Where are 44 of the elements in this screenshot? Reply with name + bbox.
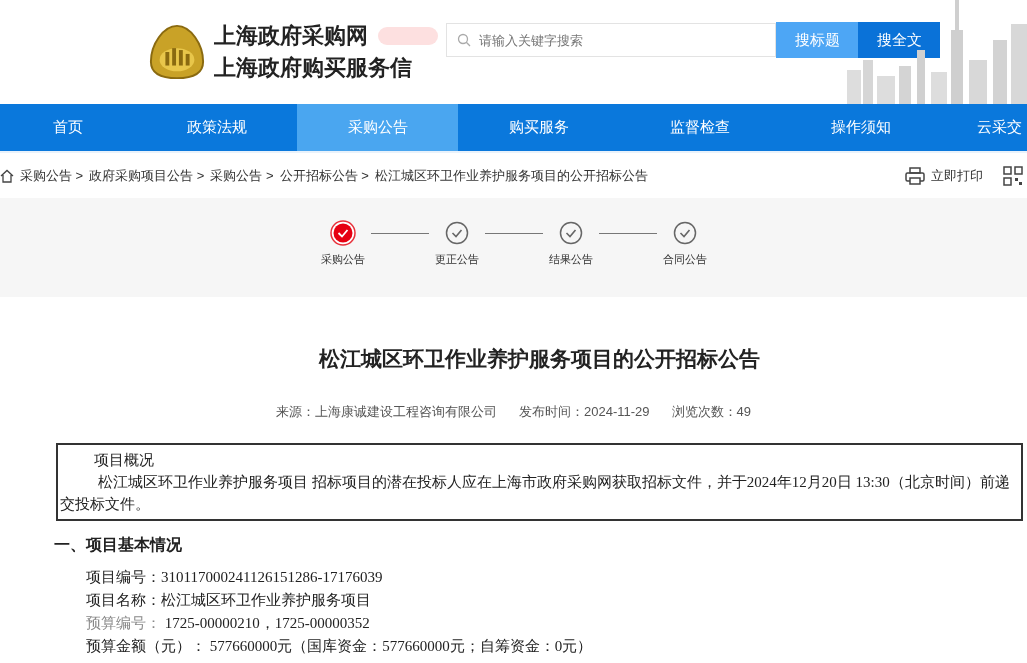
nav-tab[interactable]: 首页 xyxy=(0,104,136,151)
nav-tab[interactable]: 采购公告 xyxy=(297,104,458,151)
print-link[interactable]: 立即打印 xyxy=(931,166,983,185)
search-field[interactable]: 请输入关键字搜索 xyxy=(446,23,776,57)
field-label: 项目名称： xyxy=(86,592,161,608)
breadcrumb-link[interactable]: 采购公告 > xyxy=(210,166,274,185)
nav-tab[interactable]: 监督检查 xyxy=(619,104,780,151)
step-label: 采购公告 xyxy=(320,252,365,267)
field-value: 310117000241126151286-17176039 xyxy=(161,569,383,585)
field-label: 项目编号： xyxy=(86,569,161,585)
overview-heading: 项目概况 xyxy=(93,451,155,470)
breadcrumb-link[interactable]: 采购公告 > xyxy=(20,166,84,185)
tag-badge xyxy=(378,27,438,45)
article-title: 松江城区环卫作业养护服务项目的公开招标公告 xyxy=(317,346,761,372)
breadcrumb-link[interactable]: 公开招标公告 > xyxy=(279,166,369,185)
qr-code-icon[interactable] xyxy=(1003,165,1023,186)
search-button[interactable]: 搜全文 xyxy=(858,22,940,58)
field-label: 预算编号： xyxy=(86,615,161,631)
section-heading: 一、项目基本情况 xyxy=(54,535,183,555)
site-subtitle: 上海政府购买服务信 xyxy=(214,54,413,82)
step-label: 结果公告 xyxy=(548,252,593,267)
breadcrumb-link[interactable]: 政府采购项目公告 > xyxy=(89,166,205,185)
nav-tab[interactable]: 政策法规 xyxy=(136,104,297,151)
nav-tab[interactable]: 操作须知 xyxy=(780,104,941,151)
field-value: 松江城区环卫作业养护服务项目 xyxy=(161,592,371,608)
search-input[interactable]: 请输入关键字搜索 xyxy=(477,31,765,49)
search-icon xyxy=(457,33,471,47)
printer-icon xyxy=(905,166,925,185)
field-value: 1725-00000210，1725-00000352 xyxy=(163,615,370,631)
meta-text: 来源：上海康诚建设工程咨询有限公司 xyxy=(276,403,497,421)
overview-text: 松江城区环卫作业养护服务项目 招标项目的潜在投标人应在上海市政府采购网获取招标文件，并于2024年12月20日 13:30（北京时间）前递交投标文件。 xyxy=(60,473,1011,514)
meta-text: 发布时间：2024-11-29 xyxy=(519,403,650,421)
breadcrumb-link[interactable]: 松江城区环卫作业养护服务项目的公开招标公告 xyxy=(374,166,648,185)
emblem-logo xyxy=(148,23,206,81)
meta-text: 浏览次数：49 xyxy=(671,403,751,421)
field-label: 预算金额（元）： xyxy=(86,638,206,654)
step-label: 合同公告 xyxy=(662,252,707,267)
nav-tab[interactable]: 云采交 xyxy=(941,104,1027,151)
search-button[interactable]: 搜标题 xyxy=(776,22,858,58)
field-value: 577660000元（国库资金：577660000元；自筹资金：0元） xyxy=(208,638,593,654)
site-title: 上海政府采购网 xyxy=(214,22,368,50)
step-label: 更正公告 xyxy=(434,252,479,267)
home-icon xyxy=(0,168,14,183)
nav-tab[interactable]: 购买服务 xyxy=(458,104,619,151)
